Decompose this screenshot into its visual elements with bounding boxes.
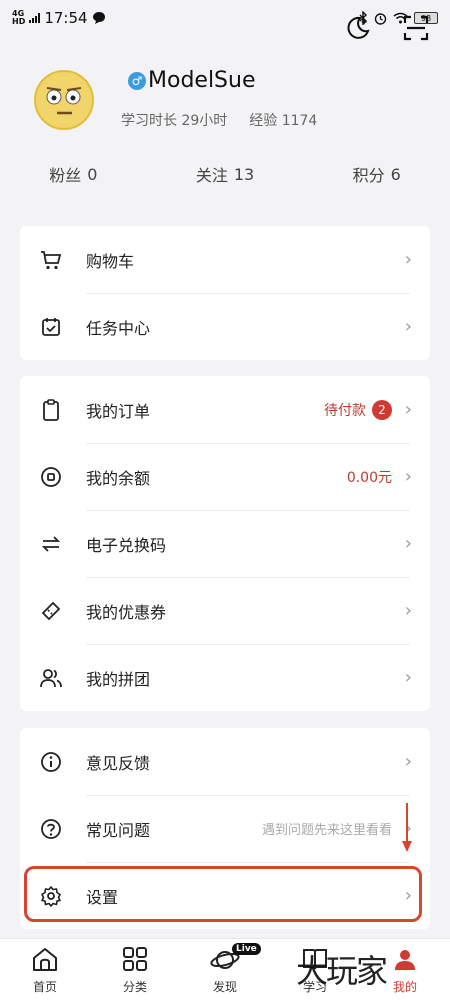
- menu-item-group-buy[interactable]: 我的拼团 ›: [20, 644, 430, 711]
- chevron-right-icon: ›: [404, 249, 412, 270]
- chevron-right-icon: ›: [404, 399, 412, 420]
- stats-bar: 粉丝 0 关注 13 积分 6: [0, 158, 450, 190]
- users-icon: [38, 665, 64, 691]
- menu-item-faq[interactable]: 常见问题 遇到问题先来这里看看 ›: [20, 795, 430, 862]
- menu-item-label: 我的余额: [86, 468, 151, 488]
- orders-card: 我的订单 待付款 2 › 我的余额 0.00元 › 电子兑换码 › 我的优惠券 …: [20, 376, 430, 711]
- male-gender-icon: ♂: [128, 72, 146, 90]
- username: ModelSue: [148, 68, 256, 93]
- info-icon: [38, 749, 64, 775]
- cart-icon: [38, 247, 64, 273]
- question-icon: [38, 816, 64, 842]
- stat-followers[interactable]: 粉丝 0: [49, 158, 97, 190]
- network-indicator: 4G HD: [12, 9, 26, 26]
- grid-icon: [120, 944, 150, 974]
- menu-item-label: 电子兑换码: [86, 535, 167, 555]
- coin-icon: [38, 464, 64, 490]
- menu-item-label: 设置: [86, 887, 119, 907]
- exchange-icon: [38, 531, 64, 557]
- avatar[interactable]: [34, 70, 94, 130]
- ticket-icon: [38, 598, 64, 624]
- scan-icon[interactable]: [402, 14, 430, 42]
- chat-bubble-icon: [92, 12, 105, 24]
- status-time: 17:54: [44, 9, 88, 27]
- clipboard-icon: [38, 397, 64, 423]
- profile-header: ♂ ModelSue 学习时长 29小时 经验 1174: [0, 60, 450, 150]
- chevron-right-icon: ›: [404, 600, 412, 621]
- signal-icon: [29, 13, 41, 23]
- watermark-logo: 大玩家: [296, 952, 388, 990]
- support-card: 意见反馈 › 常见问题 遇到问题先来这里看看 › 设置 ›: [20, 728, 430, 929]
- tab-label: 分类: [122, 980, 147, 994]
- menu-item-cart[interactable]: 购物车 ›: [20, 226, 430, 293]
- menu-item-balance[interactable]: 我的余额 0.00元 ›: [20, 443, 430, 510]
- chevron-right-icon: ›: [404, 751, 412, 772]
- chevron-right-icon: ›: [404, 533, 412, 554]
- tab-label: 我的: [392, 980, 417, 994]
- chevron-right-icon: ›: [404, 667, 412, 688]
- pending-count-badge: 2: [372, 399, 392, 420]
- study-time: 学习时长 29小时: [121, 113, 228, 129]
- live-badge: Live: [232, 943, 261, 955]
- menu-item-label: 意见反馈: [86, 753, 151, 773]
- home-icon: [30, 944, 60, 974]
- menu-item-feedback[interactable]: 意见反馈 ›: [20, 728, 430, 795]
- user-icon: [390, 944, 420, 974]
- tab-home[interactable]: 首页: [0, 939, 90, 1000]
- stat-points[interactable]: 积分 6: [353, 158, 401, 190]
- stat-following[interactable]: 关注 13: [196, 158, 254, 190]
- gear-icon: [38, 883, 64, 909]
- menu-item-settings[interactable]: 设置 ›: [20, 862, 430, 929]
- menu-item-tasks[interactable]: 任务中心 ›: [20, 293, 430, 360]
- annotation-arrow-icon: [402, 803, 412, 852]
- balance-value: 0.00元: [346, 469, 392, 486]
- menu-item-label: 我的拼团: [86, 669, 151, 689]
- chevron-right-icon: ›: [404, 466, 412, 487]
- menu-item-label: 购物车: [86, 251, 135, 271]
- menu-item-redeem-code[interactable]: 电子兑换码 ›: [20, 510, 430, 577]
- chevron-right-icon: ›: [404, 316, 412, 337]
- experience-points: 经验 1174: [249, 113, 318, 129]
- menu-item-label: 我的订单: [86, 401, 151, 421]
- menu-item-orders[interactable]: 我的订单 待付款 2 ›: [20, 376, 430, 443]
- chevron-right-icon: ›: [404, 885, 412, 906]
- tab-category[interactable]: 分类: [90, 939, 180, 1000]
- shopping-card: 购物车 › 任务中心 ›: [20, 226, 430, 360]
- tab-label: 发现: [212, 980, 237, 994]
- faq-hint: 遇到问题先来这里看看: [261, 823, 392, 838]
- night-mode-icon[interactable]: [344, 14, 372, 42]
- pending-payment-label: 待付款: [324, 402, 366, 419]
- tab-label: 首页: [32, 980, 57, 994]
- menu-item-coupons[interactable]: 我的优惠券 ›: [20, 577, 430, 644]
- calendar-check-icon: [38, 314, 64, 340]
- menu-item-label: 我的优惠券: [86, 602, 167, 622]
- menu-item-label: 任务中心: [86, 318, 151, 338]
- tab-discover[interactable]: Live 发现: [180, 939, 270, 1000]
- menu-item-label: 常见问题: [86, 820, 151, 840]
